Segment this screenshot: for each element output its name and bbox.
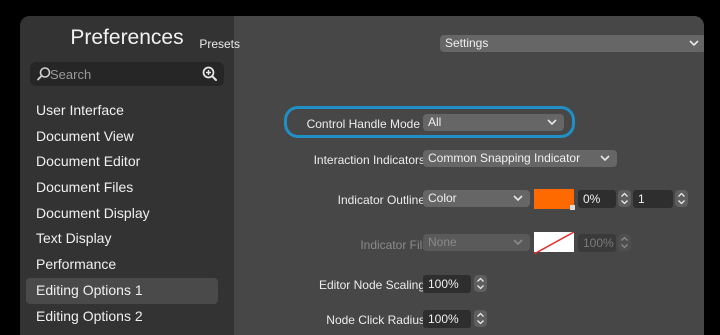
stepper-icon xyxy=(621,192,628,205)
sidebar-item-editing-options-2[interactable]: Editing Options 2 xyxy=(20,304,218,330)
sidebar-item-document-files[interactable]: Document Files xyxy=(20,175,218,201)
chevron-down-icon xyxy=(513,195,523,202)
fill-opacity-field[interactable]: 100% xyxy=(578,234,616,252)
sidebar-item-performance[interactable]: Performance xyxy=(20,252,218,278)
sidebar-item-document-display[interactable]: Document Display xyxy=(20,201,218,227)
sidebar-item-text-display[interactable]: Text Display xyxy=(20,226,218,252)
control-handle-mode-label: Control Handle Mode xyxy=(306,117,420,131)
fill-color-swatch[interactable] xyxy=(534,232,574,254)
indicator-outline-label: Indicator Outline xyxy=(337,193,425,207)
presets-popup[interactable]: Settings xyxy=(440,35,704,52)
search-placeholder: Search xyxy=(50,67,92,82)
outline-opacity-stepper[interactable] xyxy=(618,190,631,207)
search-field[interactable]: Search xyxy=(30,62,224,86)
preferences-window: Preferences Search User Interface Docume… xyxy=(20,16,704,335)
zoom-search-icon[interactable] xyxy=(201,65,219,83)
sidebar-item-user-interface[interactable]: User Interface xyxy=(20,98,218,124)
color-well-handle xyxy=(570,205,575,210)
interaction-indicators-popup[interactable]: Common Snapping Indicator xyxy=(423,150,617,167)
chevron-down-icon xyxy=(600,155,610,162)
outline-width-field[interactable]: 1 xyxy=(633,190,673,208)
sidebar: Preferences Search User Interface Docume… xyxy=(20,16,234,335)
chevron-down-icon xyxy=(513,239,523,246)
editor-node-scaling-field[interactable]: 100% xyxy=(423,275,471,293)
indicator-fill-type-popup[interactable]: None xyxy=(423,234,530,251)
node-click-radius-field[interactable]: 100% xyxy=(423,310,471,328)
control-handle-mode-popup[interactable]: All xyxy=(423,114,564,131)
indicator-fill-type-value: None xyxy=(428,235,457,249)
sidebar-item-document-editor[interactable]: Document Editor xyxy=(20,149,218,175)
no-fill-slash-icon xyxy=(534,232,574,254)
interaction-indicators-value: Common Snapping Indicator xyxy=(428,151,581,165)
indicator-outline-type-popup[interactable]: Color xyxy=(423,190,530,207)
stepper-icon xyxy=(621,236,628,249)
editor-node-scaling-stepper[interactable] xyxy=(474,275,487,292)
indicator-outline-type-value: Color xyxy=(428,191,457,205)
sidebar-item-document-view[interactable]: Document View xyxy=(20,124,218,150)
interaction-indicators-label: Interaction Indicators xyxy=(313,153,425,167)
outline-width-stepper[interactable] xyxy=(675,190,688,207)
fill-opacity-stepper[interactable] xyxy=(618,234,631,251)
indicator-fill-label: Indicator Fill xyxy=(360,238,425,252)
node-click-radius-label: Node Click Radius xyxy=(326,313,425,327)
presets-label: Presets xyxy=(199,37,240,51)
presets-value: Settings xyxy=(445,36,489,50)
settings-panel: Presets Settings Control Handle Mode All… xyxy=(199,16,704,335)
editor-node-scaling-label: Editor Node Scaling xyxy=(318,278,425,292)
sidebar-item-editing-options-1[interactable]: Editing Options 1 xyxy=(26,277,218,304)
stepper-icon xyxy=(678,192,685,205)
sidebar-nav: User Interface Document View Document Ed… xyxy=(20,98,234,329)
chevron-down-icon xyxy=(689,40,699,47)
stepper-icon xyxy=(477,312,484,325)
outline-opacity-field[interactable]: 0% xyxy=(578,190,616,208)
stepper-icon xyxy=(477,277,484,290)
node-click-radius-stepper[interactable] xyxy=(474,310,487,327)
outline-color-swatch[interactable] xyxy=(534,189,575,210)
chevron-down-icon xyxy=(547,119,557,126)
control-handle-mode-value: All xyxy=(428,115,442,129)
